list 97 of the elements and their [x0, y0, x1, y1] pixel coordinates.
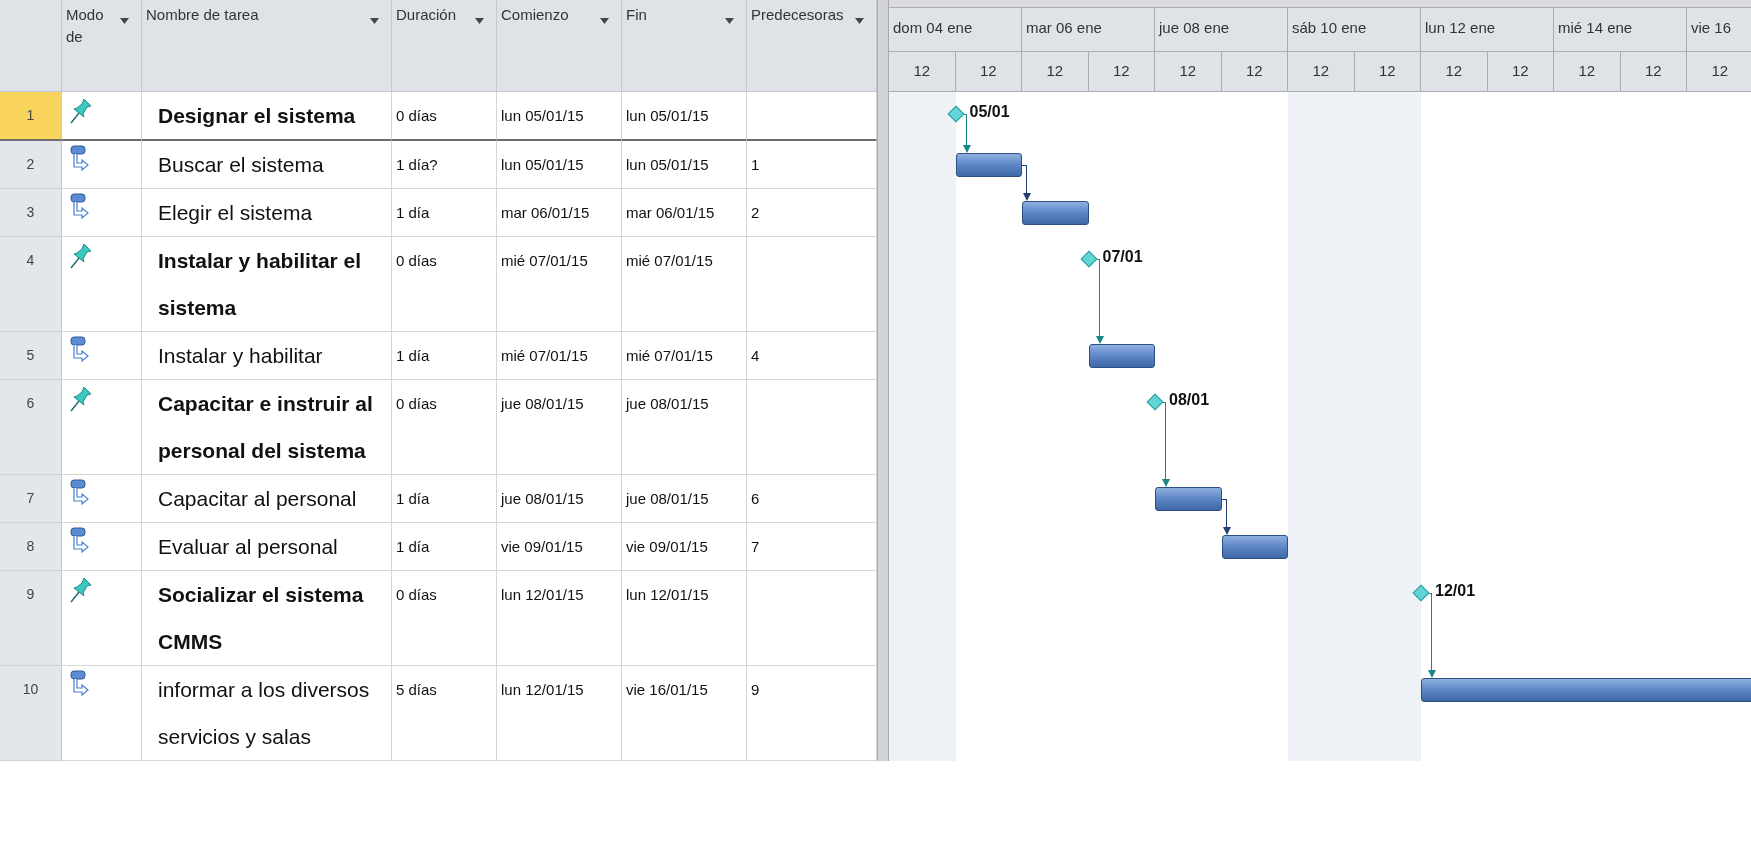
- start-date-cell: mié 07/01/15: [497, 332, 622, 380]
- row-number[interactable]: 6: [0, 380, 62, 475]
- row-number[interactable]: 3: [0, 189, 62, 237]
- milestone-label: 05/01: [969, 102, 1010, 122]
- task-name-cell: Elegir el sistema: [142, 189, 392, 237]
- start-date-cell: mar 06/01/15: [497, 189, 622, 237]
- duration-cell: 5 días: [392, 666, 497, 761]
- start-date-cell: mié 07/01/15: [497, 237, 622, 332]
- task-bar[interactable]: [1421, 678, 1751, 702]
- milestone-label: 07/01: [1102, 247, 1143, 267]
- task-name-cell: Instalar y habilitar el sistema: [142, 237, 392, 332]
- task-name-cell: Instalar y habilitar: [142, 332, 392, 380]
- finish-date-cell: lun 05/01/15: [622, 141, 747, 189]
- milestone-label: 12/01: [1435, 581, 1476, 601]
- dropdown-arrow-icon[interactable]: [600, 18, 609, 24]
- finish-date-cell: lun 05/01/15: [622, 92, 747, 141]
- duration-cell: 1 día: [392, 332, 497, 380]
- timescale-label: lun 12 ene: [1421, 8, 1554, 52]
- timescale-label: dom 04 ene: [889, 8, 1022, 52]
- column-header[interactable]: Duración: [392, 0, 497, 92]
- task-name-cell: informar a los diversos servicios y salas: [142, 666, 392, 761]
- finish-date-cell: mié 07/01/15: [622, 237, 747, 332]
- task-bar[interactable]: [1088, 344, 1155, 368]
- predecessor-cell: 7: [747, 523, 877, 571]
- dropdown-arrow-icon[interactable]: [475, 18, 484, 24]
- column-header[interactable]: Predecesoras: [747, 0, 877, 92]
- start-date-cell: jue 08/01/15: [497, 380, 622, 475]
- row-number[interactable]: 7: [0, 475, 62, 523]
- task-name-cell: Designar el sistema: [142, 92, 392, 141]
- row-number[interactable]: 1: [0, 92, 62, 141]
- start-date-cell: lun 05/01/15: [497, 141, 622, 189]
- task-bar[interactable]: [1155, 487, 1222, 511]
- dropdown-arrow-icon[interactable]: [855, 18, 864, 24]
- timescale-label: 12: [955, 52, 1022, 92]
- start-date-cell: vie 09/01/15: [497, 523, 622, 571]
- timescale-label: 12: [1421, 52, 1488, 92]
- column-header[interactable]: Nombre de tarea: [142, 0, 392, 92]
- finish-date-cell: vie 09/01/15: [622, 523, 747, 571]
- task-bar[interactable]: [1221, 535, 1288, 559]
- timescale-label: 12: [1487, 52, 1554, 92]
- dropdown-arrow-icon[interactable]: [120, 18, 129, 24]
- timescale-label: 12: [1155, 52, 1222, 92]
- timescale-label: 12: [1620, 52, 1687, 92]
- dropdown-arrow-icon[interactable]: [725, 18, 734, 24]
- finish-date-cell: jue 08/01/15: [622, 380, 747, 475]
- column-header[interactable]: Modo de: [62, 0, 142, 92]
- row-number[interactable]: 4: [0, 237, 62, 332]
- row-number[interactable]: 2: [0, 141, 62, 189]
- predecessor-cell: 9: [747, 666, 877, 761]
- dropdown-arrow-icon[interactable]: [370, 18, 379, 24]
- finish-date-cell: lun 12/01/15: [622, 571, 747, 666]
- timescale-label: 12: [1022, 52, 1089, 92]
- timescale-label: vie 16: [1687, 8, 1751, 52]
- row-number[interactable]: 5: [0, 332, 62, 380]
- row-number[interactable]: 8: [0, 523, 62, 571]
- column-header[interactable]: Comienzo: [497, 0, 622, 92]
- timescale-label: jue 08 ene: [1155, 8, 1288, 52]
- duration-cell: 1 día: [392, 475, 497, 523]
- timescale-label: 12: [1288, 52, 1355, 92]
- task-name-cell: Capacitar al personal: [142, 475, 392, 523]
- task-name-cell: Buscar el sistema: [142, 141, 392, 189]
- finish-date-cell: mié 07/01/15: [622, 332, 747, 380]
- predecessor-cell: 4: [747, 332, 877, 380]
- timescale-label: sáb 10 ene: [1288, 8, 1421, 52]
- duration-cell: 1 día: [392, 523, 497, 571]
- timescale-label: 12: [1554, 52, 1621, 92]
- predecessor-cell: 1: [747, 141, 877, 189]
- start-date-cell: lun 12/01/15: [497, 666, 622, 761]
- start-date-cell: jue 08/01/15: [497, 475, 622, 523]
- milestone-label: 08/01: [1169, 390, 1210, 410]
- finish-date-cell: jue 08/01/15: [622, 475, 747, 523]
- duration-cell: 1 día: [392, 189, 497, 237]
- timescale-label: 12: [1221, 52, 1288, 92]
- row-number[interactable]: 9: [0, 571, 62, 666]
- timescale-label: 12: [889, 52, 956, 92]
- predecessor-cell: 6: [747, 475, 877, 523]
- timescale-label: 12: [1354, 52, 1421, 92]
- task-name-cell: Evaluar al personal: [142, 523, 392, 571]
- predecessor-cell: 2: [747, 189, 877, 237]
- finish-date-cell: vie 16/01/15: [622, 666, 747, 761]
- task-bar[interactable]: [1022, 201, 1089, 225]
- start-date-cell: lun 05/01/15: [497, 92, 622, 141]
- task-name-cell: Capacitar e instruir al personal del sistema: [142, 380, 392, 475]
- timescale-label: 12: [1687, 52, 1751, 92]
- duration-cell: 0 días: [392, 380, 497, 475]
- duration-cell: 0 días: [392, 571, 497, 666]
- duration-cell: 1 día?: [392, 141, 497, 189]
- finish-date-cell: mar 06/01/15: [622, 189, 747, 237]
- row-number[interactable]: 10: [0, 666, 62, 761]
- timescale-label: mié 14 ene: [1554, 8, 1687, 52]
- duration-cell: 0 días: [392, 237, 497, 332]
- task-bar[interactable]: [955, 153, 1022, 177]
- timescale-label: mar 06 ene: [1022, 8, 1155, 52]
- duration-cell: 0 días: [392, 92, 497, 141]
- start-date-cell: lun 12/01/15: [497, 571, 622, 666]
- timescale-label: 12: [1088, 52, 1155, 92]
- column-header[interactable]: Fin: [622, 0, 747, 92]
